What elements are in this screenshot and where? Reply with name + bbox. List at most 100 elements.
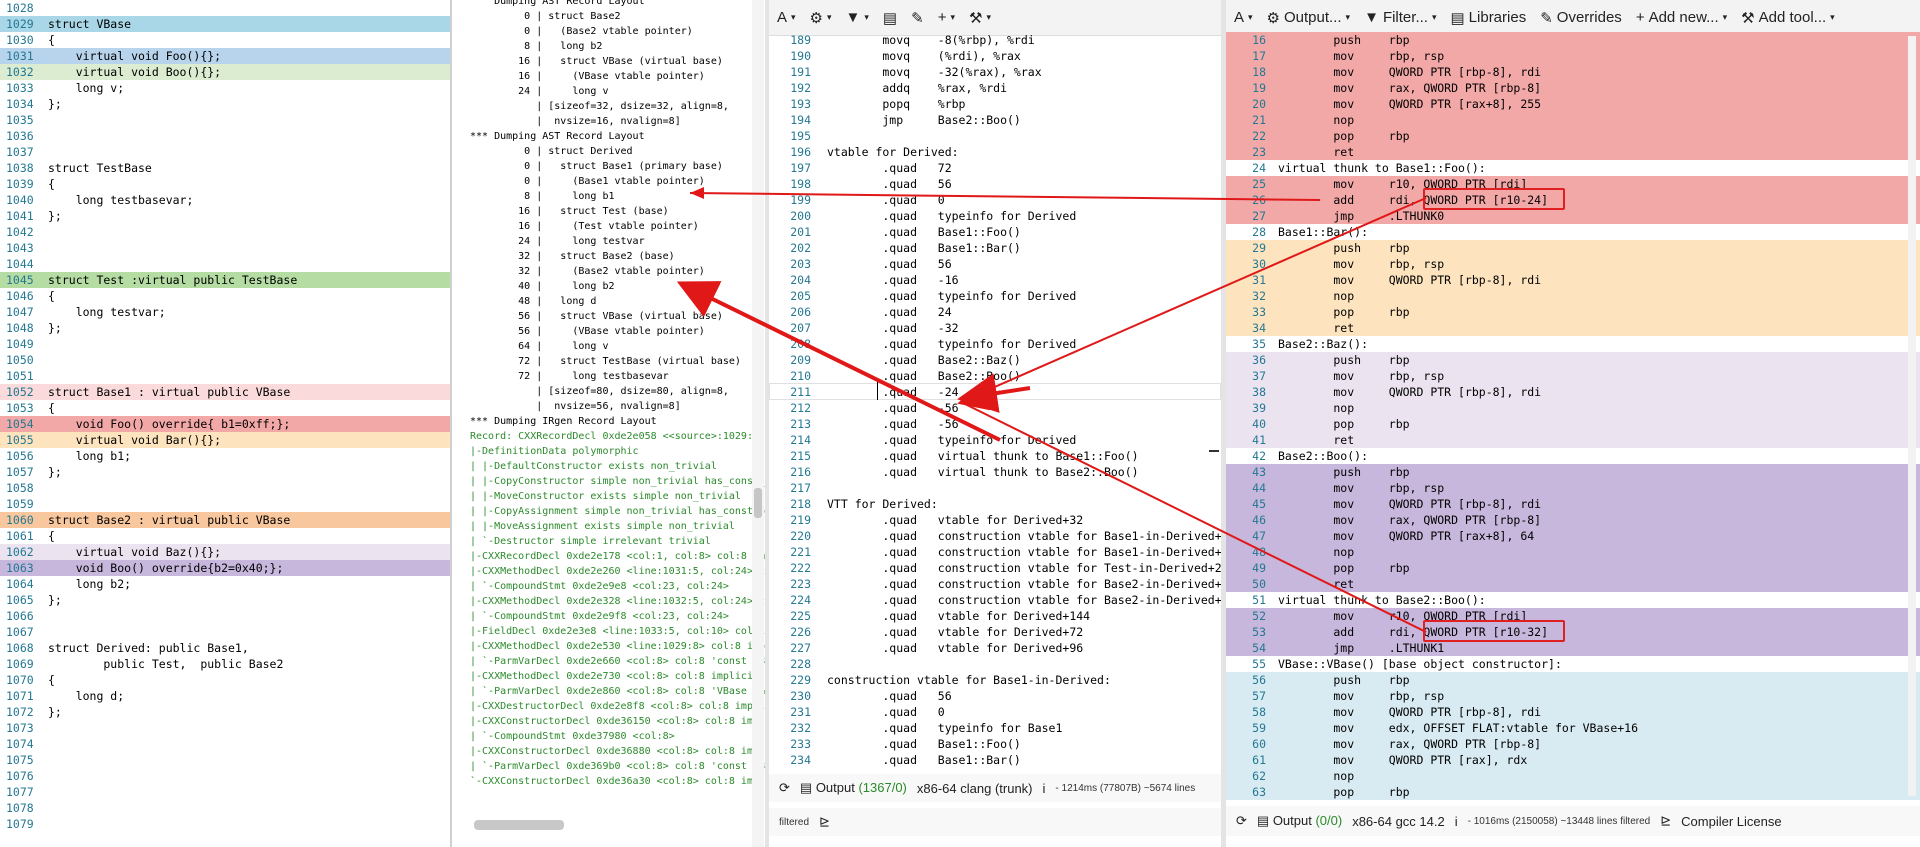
source-line[interactable]: 1057}; (0, 464, 450, 480)
asm-line[interactable]: 202 .quad Base1::Bar() (769, 240, 1221, 256)
clang-asm-code[interactable]: 189 movq -8(%rbp), %rdi 190 movq (%rdi), … (769, 32, 1221, 768)
asm-line[interactable]: 203 .quad 56 (769, 256, 1221, 272)
libraries-button[interactable]: ▤ Libraries (1450, 9, 1526, 27)
asm-line[interactable]: 207 .quad -32 (769, 320, 1221, 336)
asm-line[interactable]: 42 Base2::Boo(): (1226, 448, 1920, 464)
refresh-icon[interactable]: ⟳ (1236, 813, 1247, 829)
source-line[interactable]: 1037 (0, 144, 450, 160)
asm-line[interactable]: 223 .quad construction vtable for Base2-… (769, 576, 1221, 592)
asm-line[interactable]: 17 mov rbp, rsp (1226, 48, 1920, 64)
asm-line[interactable]: 46 mov rax, QWORD PTR [rbp-8] (1226, 512, 1920, 528)
compiler-license-link[interactable]: Compiler License (1681, 814, 1781, 829)
source-line[interactable]: 1032 virtual void Boo(){}; (0, 64, 450, 80)
source-line[interactable]: 1064 long b2; (0, 576, 450, 592)
asm-line[interactable]: 25 mov r10, QWORD PTR [rdi] (1226, 176, 1920, 192)
source-line[interactable]: 1077 (0, 784, 450, 800)
font-size-button[interactable]: A ▾ (777, 9, 796, 26)
source-line[interactable]: 1048}; (0, 320, 450, 336)
asm-line[interactable]: 234 .quad Base1::Bar() (769, 752, 1221, 768)
source-line[interactable]: 1055 virtual void Bar(){}; (0, 432, 450, 448)
ast-dump-pane[interactable]: Dumping AST Record Layout 0 | struct Bas… (452, 0, 765, 847)
asm-line[interactable]: 23 ret (1226, 144, 1920, 160)
asm-line[interactable]: 35 Base2::Baz(): (1226, 336, 1920, 352)
asm-line[interactable]: 40 pop rbp (1226, 416, 1920, 432)
asm-line[interactable]: 218 VTT for Derived: (769, 496, 1221, 512)
asm-line[interactable]: 47 mov QWORD PTR [rax+8], 64 (1226, 528, 1920, 544)
asm-line[interactable]: 201 .quad Base1::Foo() (769, 224, 1221, 240)
overrides-button[interactable]: ✎ (911, 9, 924, 27)
ast-scroll-track[interactable] (752, 0, 764, 847)
asm-line[interactable]: 41 ret (1226, 432, 1920, 448)
source-line[interactable]: 1061 { (0, 528, 450, 544)
asm-line[interactable]: 215 .quad virtual thunk to Base1::Foo() (769, 448, 1221, 464)
asm-line[interactable]: 33 pop rbp (1226, 304, 1920, 320)
source-line[interactable]: 1074 (0, 736, 450, 752)
asm-line[interactable]: 29 push rbp (1226, 240, 1920, 256)
source-line[interactable]: 1069 public Test, public Base2 (0, 656, 450, 672)
add-new-dropdown[interactable]: + Add new... ▾ (1636, 9, 1727, 26)
asm-line[interactable]: 193 popq %rbp (769, 96, 1221, 112)
asm-line[interactable]: 37 mov rbp, rsp (1226, 368, 1920, 384)
source-line[interactable]: 1033 long v; (0, 80, 450, 96)
refresh-icon[interactable]: ⟳ (779, 780, 790, 796)
chart-icon[interactable]: ⊵ (819, 814, 830, 830)
asm-line[interactable]: 43 push rbp (1226, 464, 1920, 480)
source-line[interactable]: 1030 { (0, 32, 450, 48)
asm-line[interactable]: 44 mov rbp, rsp (1226, 480, 1920, 496)
filter-button[interactable]: ▼ ▾ (846, 9, 869, 26)
source-line[interactable]: 1039 { (0, 176, 450, 192)
asm-line[interactable]: 209 .quad Base2::Baz() (769, 352, 1221, 368)
gcc-scroll-track[interactable] (1908, 36, 1916, 796)
source-line[interactable]: 1066 (0, 608, 450, 624)
source-line[interactable]: 1075 (0, 752, 450, 768)
gcc-asm-code[interactable]: 16 push rbp 17 mov rbp, rsp 18 mov QWORD P… (1226, 32, 1920, 800)
source-line[interactable]: 1046 { (0, 288, 450, 304)
asm-line[interactable]: 21 nop (1226, 112, 1920, 128)
asm-line[interactable]: 230 .quad 56 (769, 688, 1221, 704)
asm-line[interactable]: 192 addq %rax, %rdi (769, 80, 1221, 96)
asm-line[interactable]: 213 .quad -56 (769, 416, 1221, 432)
asm-line[interactable]: 45 mov QWORD PTR [rbp-8], rdi (1226, 496, 1920, 512)
asm-line[interactable]: 196 vtable for Derived: (769, 144, 1221, 160)
add-tool-dropdown[interactable]: ⚒ Add tool... ▾ (1741, 9, 1835, 27)
asm-line[interactable]: 200 .quad typeinfo for Derived (769, 208, 1221, 224)
asm-line[interactable]: 32 nop (1226, 288, 1920, 304)
source-line[interactable]: 1053 { (0, 400, 450, 416)
chart-icon[interactable]: ⊵ (1660, 813, 1671, 829)
source-line[interactable]: 1041}; (0, 208, 450, 224)
asm-line[interactable]: 214 .quad typeinfo for Derived (769, 432, 1221, 448)
ast-scroll-thumb[interactable] (754, 488, 762, 518)
info-icon[interactable]: i (1043, 781, 1046, 796)
asm-line[interactable]: 206 .quad 24 (769, 304, 1221, 320)
asm-line[interactable]: 204 .quad -16 (769, 272, 1221, 288)
asm-line[interactable]: 38 mov QWORD PTR [rbp-8], rdi (1226, 384, 1920, 400)
output-tab[interactable]: ▤ Output (1367/0) (800, 780, 907, 796)
asm-line[interactable]: 55 VBase::VBase() [base object constructo… (1226, 656, 1920, 672)
asm-line[interactable]: 195 (769, 128, 1221, 144)
asm-line[interactable]: 222 .quad construction vtable for Test-i… (769, 560, 1221, 576)
source-line[interactable]: 1031 virtual void Foo(){}; (0, 48, 450, 64)
source-line[interactable]: 1052 struct Base1 : virtual public VBase (0, 384, 450, 400)
source-line[interactable]: 1028 (0, 0, 450, 16)
asm-line[interactable]: 232 .quad typeinfo for Base1 (769, 720, 1221, 736)
asm-line[interactable]: 52 mov r10, QWORD PTR [rdi] (1226, 608, 1920, 624)
source-line[interactable]: 1072}; (0, 704, 450, 720)
asm-line[interactable]: 50 ret (1226, 576, 1920, 592)
asm-line[interactable]: 39 nop (1226, 400, 1920, 416)
asm-line[interactable]: 205 .quad typeinfo for Derived (769, 288, 1221, 304)
source-editor-pane[interactable]: 1028 1029 struct VBase 1030 {1031 virtual vo… (0, 0, 450, 847)
settings-button[interactable]: ⚙ ▾ (810, 9, 832, 27)
asm-line[interactable]: 56 push rbp (1226, 672, 1920, 688)
source-code[interactable]: 1028 1029 struct VBase 1030 {1031 virtual vo… (0, 0, 450, 832)
filter-dropdown[interactable]: ▼ Filter... ▾ (1364, 9, 1436, 26)
source-line[interactable]: 1035 (0, 112, 450, 128)
source-line[interactable]: 1036 (0, 128, 450, 144)
asm-line[interactable]: 31 mov QWORD PTR [rbp-8], rdi (1226, 272, 1920, 288)
source-line[interactable]: 1043 (0, 240, 450, 256)
source-line[interactable]: 1079 (0, 816, 450, 832)
output-tab[interactable]: ▤ Output (0/0) (1257, 813, 1342, 829)
source-line[interactable]: 1060 struct Base2 : virtual public VBase (0, 512, 450, 528)
asm-line[interactable]: 18 mov QWORD PTR [rbp-8], rdi (1226, 64, 1920, 80)
asm-line[interactable]: 191 movq -32(%rax), %rax (769, 64, 1221, 80)
source-line[interactable]: 1044 (0, 256, 450, 272)
